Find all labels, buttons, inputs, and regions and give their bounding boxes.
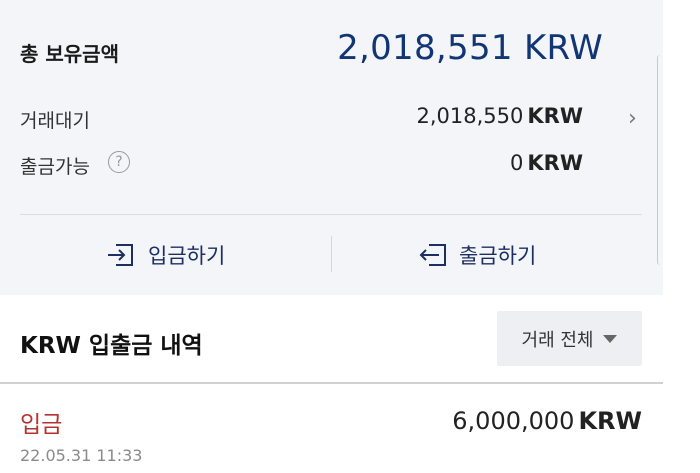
caret-down-icon [603, 334, 618, 343]
transaction-filter-dropdown[interactable]: 거래 전체 [497, 311, 642, 366]
history-divider [0, 382, 663, 384]
deposit-button[interactable]: 입금하기 [106, 238, 225, 272]
chevron-right-icon[interactable]: › [628, 106, 637, 131]
pending-label: 거래대기 [20, 110, 90, 132]
transaction-currency: KRW [578, 407, 642, 435]
withdrawable-label: 출금가능 [20, 156, 90, 178]
deposit-icon [108, 244, 133, 266]
transaction-date: 22.05.31 11:33 [20, 446, 143, 465]
action-divider [331, 236, 332, 272]
history-title: KRW 입출금 내역 [20, 333, 203, 359]
withdraw-button-label: 출금하기 [459, 244, 537, 268]
total-balance-currency: KRW [523, 28, 603, 68]
transaction-amount-value: 6,000,000 [452, 407, 575, 435]
total-balance-amount: 2,018,551 [337, 28, 513, 68]
withdraw-icon [419, 244, 446, 266]
filter-label: 거래 전체 [521, 329, 594, 351]
pending-currency: KRW [527, 104, 583, 128]
page-margin [663, 0, 700, 473]
total-balance-label: 총 보유금액 [20, 42, 119, 66]
total-balance-value: 2,018,551 KRW [337, 28, 603, 68]
balance-summary-panel: 총 보유금액 2,018,551 KRW 거래대기 2,018,550 KRW ›… [0, 0, 663, 295]
transaction-amount: 6,000,000 KRW [452, 407, 642, 435]
withdrawable-amount: 0 [510, 151, 524, 175]
withdrawable-row: 0 KRW [510, 151, 583, 175]
pending-amount: 2,018,550 [416, 104, 524, 128]
summary-divider [20, 214, 642, 215]
help-icon[interactable]: ? [108, 151, 130, 173]
withdrawable-currency: KRW [527, 151, 583, 175]
withdraw-button[interactable]: 출금하기 [417, 238, 536, 272]
deposit-button-label: 입금하기 [148, 244, 226, 268]
pending-row[interactable]: 2,018,550 KRW [417, 104, 584, 128]
transaction-type: 입금 [20, 412, 63, 438]
